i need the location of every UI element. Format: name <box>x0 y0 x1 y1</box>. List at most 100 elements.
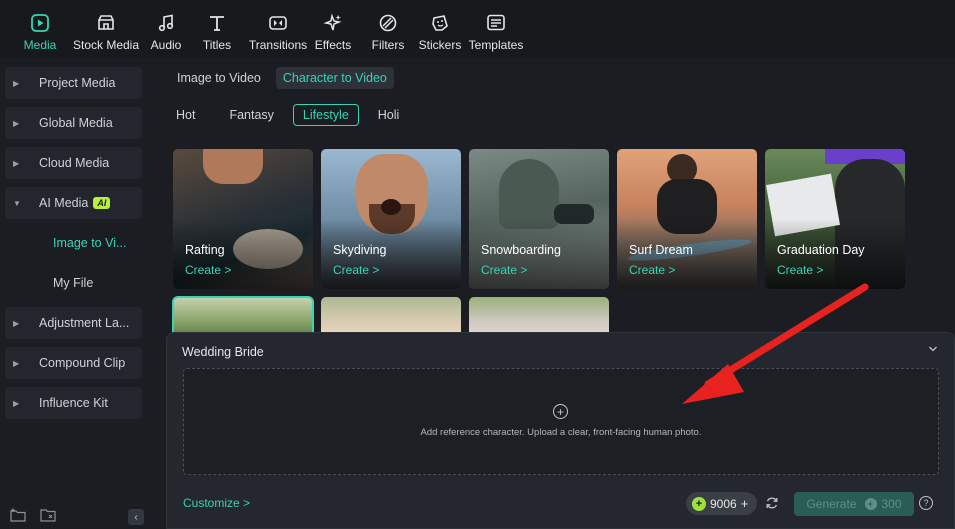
upload-hint: Add reference character. Upload a clear,… <box>420 427 702 438</box>
tab-stickers-label: Stickers <box>418 38 462 52</box>
annotation-arrow-icon <box>682 283 869 404</box>
sidebar-item-project-media[interactable]: ▶ Project Media <box>5 67 142 99</box>
text-t-icon <box>206 12 228 34</box>
sidebar-footer: ‹ <box>0 501 158 529</box>
template-card-snowboarding[interactable]: Snowboarding Create > <box>469 149 609 289</box>
expand-arrow-icon: ▶ <box>13 358 20 368</box>
expand-arrow-icon: ▶ <box>13 158 20 168</box>
chevron-down-icon[interactable] <box>928 345 938 356</box>
tab-filters[interactable]: Filters <box>368 0 408 52</box>
media-icon <box>29 12 51 34</box>
tab-transitions-label: Transitions <box>248 38 308 52</box>
tab-templates[interactable]: Templates <box>468 0 524 52</box>
coin-icon: + <box>864 498 877 510</box>
expand-arrow-icon: ▶ <box>13 78 20 88</box>
sparkle-icon <box>322 12 344 34</box>
sidebar-item-label: Adjustment La... <box>39 316 130 330</box>
sticker-icon <box>429 12 451 34</box>
sidebar-item-label: AI Media <box>39 196 89 210</box>
card-title: Skydiving <box>333 243 387 257</box>
card-create-link[interactable]: Create > <box>777 263 823 277</box>
template-card[interactable] <box>321 297 461 337</box>
customize-link[interactable]: Customize > <box>183 496 250 510</box>
expand-arrow-icon: ▶ <box>13 398 20 408</box>
ai-badge: AI <box>93 197 111 209</box>
top-toolbar: Media Stock Media Audio Titles Transitio… <box>0 0 955 58</box>
stock-media-icon <box>95 12 117 34</box>
help-icon[interactable]: ? <box>919 496 933 510</box>
tab-effects-label: Effects <box>314 38 352 52</box>
sidebar-item-my-file[interactable]: My File <box>53 276 93 290</box>
sidebar-item-label: Influence Kit <box>39 396 108 410</box>
tab-character-to-video[interactable]: Character to Video <box>275 67 394 89</box>
card-title: Rafting <box>185 243 225 257</box>
filter-icon <box>377 12 399 34</box>
credits-count: 9006 <box>710 496 737 511</box>
templates-icon <box>485 12 507 34</box>
tab-audio[interactable]: Audio <box>146 0 186 52</box>
sidebar-item-cloud-media[interactable]: ▶ Cloud Media <box>5 147 142 179</box>
sidebar-item-adjustment-layer[interactable]: ▶ Adjustment La... <box>5 307 142 339</box>
category-holi[interactable]: Holi <box>369 105 409 125</box>
sidebar-item-ai-media[interactable]: ▼ AI Media AI <box>5 187 142 219</box>
card-title: Snowboarding <box>481 243 561 257</box>
category-hot[interactable]: Hot <box>170 105 204 125</box>
credits-button[interactable]: + 9006 + <box>686 492 757 515</box>
media-sidebar: ▶ Project Media ▶ Global Media ▶ Cloud M… <box>0 58 158 529</box>
sidebar-item-global-media[interactable]: ▶ Global Media <box>5 107 142 139</box>
template-card-surf-dream[interactable]: Surf Dream Create > <box>617 149 757 289</box>
new-folder-icon[interactable] <box>10 508 26 522</box>
template-card-wedding-bride[interactable] <box>172 296 314 338</box>
tab-titles[interactable]: Titles <box>197 0 237 52</box>
expand-arrow-icon: ▶ <box>13 118 20 128</box>
coin-icon: + <box>692 496 706 511</box>
template-card[interactable] <box>469 297 609 337</box>
mode-tabs: Image to Video Character to Video <box>170 67 402 89</box>
refresh-icon[interactable] <box>765 496 779 510</box>
add-credits-icon: + <box>740 496 749 511</box>
card-title: Graduation Day <box>777 243 865 257</box>
generate-label: Generate <box>806 497 857 511</box>
tab-transitions[interactable]: Transitions <box>247 0 309 52</box>
sidebar-item-compound-clip[interactable]: ▶ Compound Clip <box>5 347 142 379</box>
tab-media[interactable]: Media <box>20 0 60 52</box>
tab-stickers[interactable]: Stickers <box>418 0 462 52</box>
tab-templates-label: Templates <box>468 38 524 52</box>
card-create-link[interactable]: Create > <box>481 263 527 277</box>
generate-button[interactable]: Generate + 300 <box>794 492 914 516</box>
category-fantasy[interactable]: Fantasy <box>220 105 282 125</box>
sidebar-item-image-to-video[interactable]: Image to Vi... <box>53 236 126 250</box>
collapse-arrow-icon: ▼ <box>13 198 21 208</box>
card-title: Surf Dream <box>629 243 693 257</box>
panel-title: Wedding Bride <box>182 345 264 359</box>
tab-effects[interactable]: Effects <box>313 0 353 52</box>
expand-arrow-icon: ▶ <box>13 318 20 328</box>
folder-icon[interactable] <box>40 508 56 522</box>
add-circle-icon: + <box>553 404 568 419</box>
template-card-skydiving[interactable]: Skydiving Create > <box>321 149 461 289</box>
sidebar-item-label: Global Media <box>39 116 113 130</box>
sidebar-item-influence-kit[interactable]: ▶ Influence Kit <box>5 387 142 419</box>
tab-titles-label: Titles <box>202 38 232 52</box>
sidebar-item-label: Project Media <box>39 76 116 90</box>
app-window: Media Stock Media Audio Titles Transitio… <box>0 0 955 529</box>
generate-cost: 300 <box>881 497 902 511</box>
card-create-link[interactable]: Create > <box>185 263 231 277</box>
collapse-panel-icon[interactable]: ‹ <box>128 509 144 525</box>
tab-stock-media-label: Stock Media <box>72 38 140 52</box>
tab-image-to-video[interactable]: Image to Video <box>170 67 268 89</box>
card-create-link[interactable]: Create > <box>333 263 379 277</box>
category-lifestyle[interactable]: Lifestyle <box>292 104 359 126</box>
transitions-icon <box>267 12 289 34</box>
template-card-rafting[interactable]: Rafting Create > <box>173 149 313 289</box>
music-note-icon <box>155 12 177 34</box>
sidebar-item-label: Compound Clip <box>39 356 126 370</box>
tab-filters-label: Filters <box>371 38 405 52</box>
template-card-graduation-day[interactable]: Graduation Day Create > <box>765 149 905 289</box>
tab-stock-media[interactable]: Stock Media <box>70 0 142 52</box>
tab-media-label: Media <box>23 38 57 52</box>
tab-audio-label: Audio <box>150 38 182 52</box>
card-create-link[interactable]: Create > <box>629 263 675 277</box>
category-tabs: Hot Fantasy Lifestyle Holi <box>170 104 412 126</box>
sidebar-item-label: Cloud Media <box>39 156 110 170</box>
